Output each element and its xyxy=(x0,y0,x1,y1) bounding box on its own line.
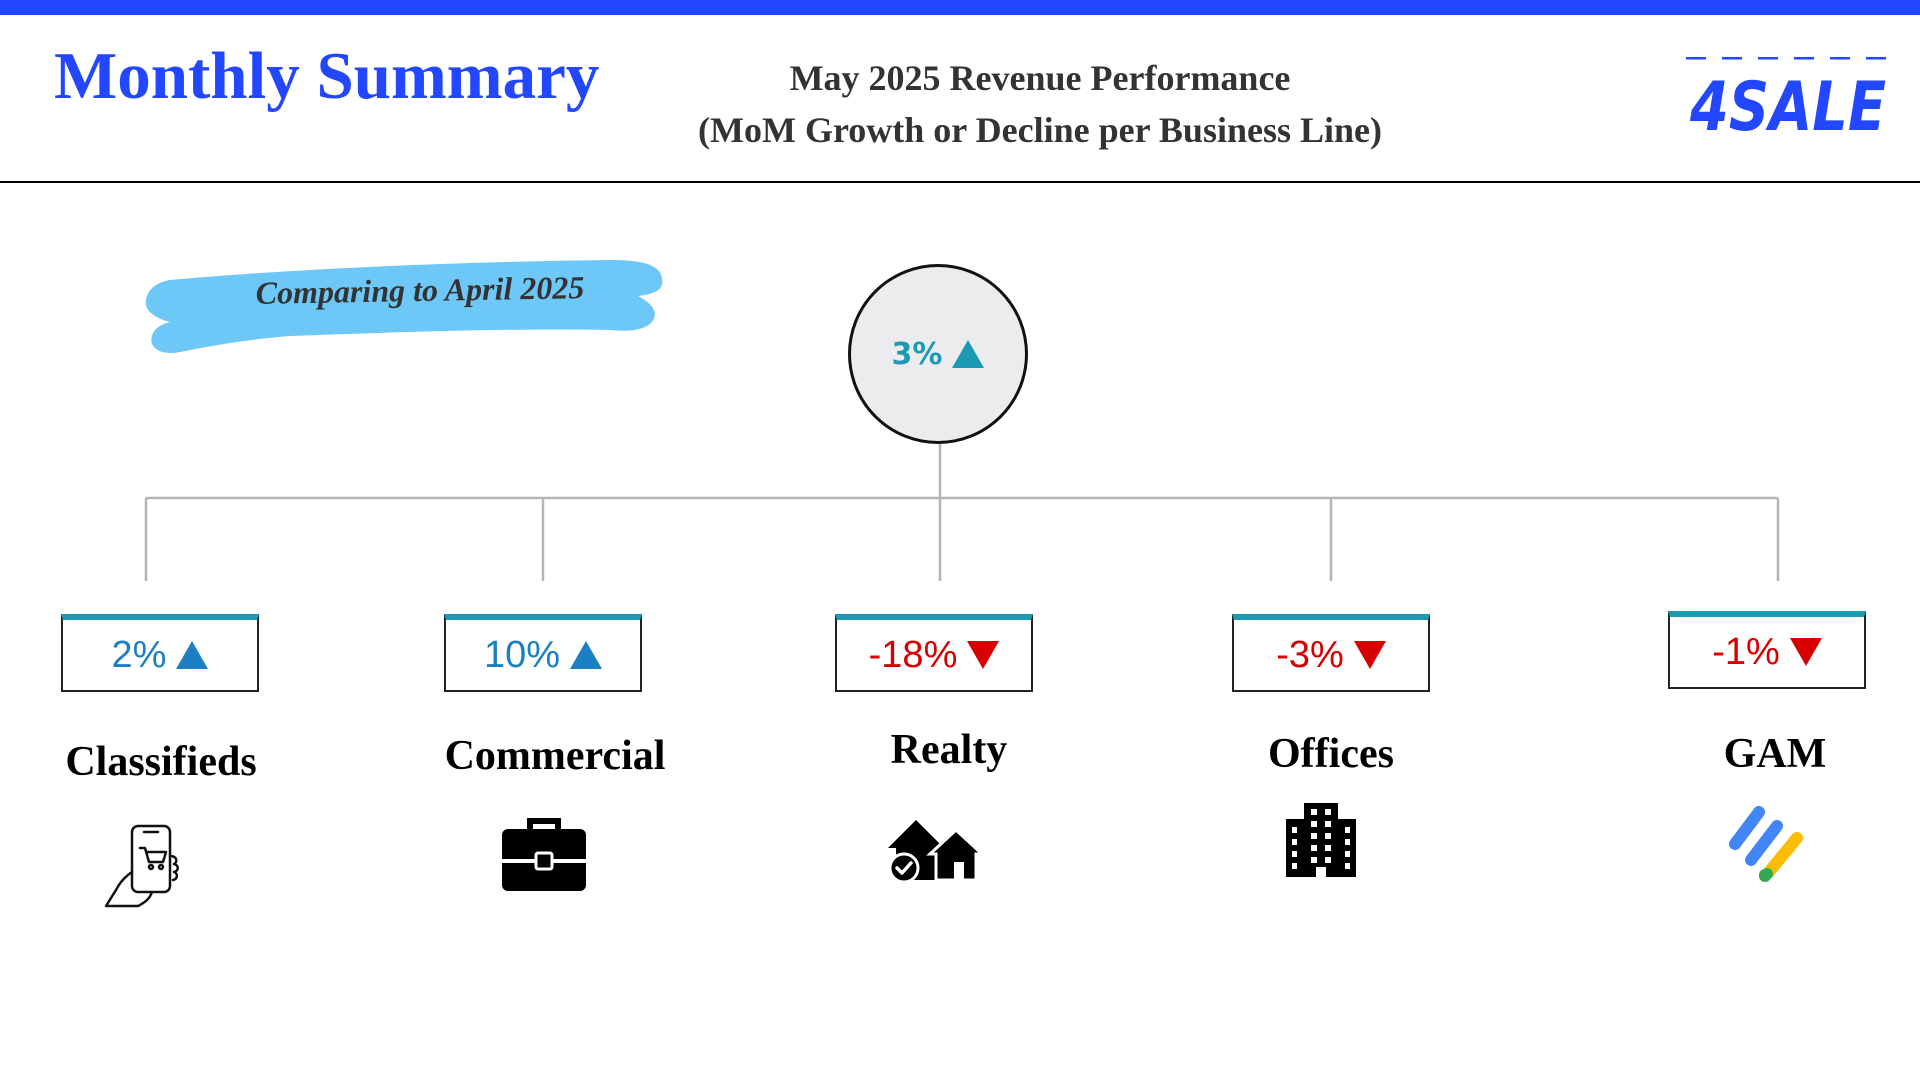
houses-check-icon xyxy=(888,820,982,884)
top-accent-bar xyxy=(0,0,1920,15)
briefcase-icon xyxy=(502,818,586,891)
office-building-icon xyxy=(1286,803,1356,877)
node-value-gam: -1% xyxy=(1712,630,1780,673)
up-arrow-icon xyxy=(570,641,603,669)
node-value-classifieds: 2% xyxy=(111,633,167,676)
node-value-offices: -3% xyxy=(1276,633,1344,676)
header-divider xyxy=(0,181,1920,183)
node-label-offices: Offices xyxy=(1268,731,1394,777)
down-arrow-icon xyxy=(1789,638,1822,666)
up-arrow-icon xyxy=(952,340,985,368)
up-arrow-icon xyxy=(176,641,209,669)
down-arrow-icon xyxy=(967,641,1000,669)
total-growth-node: 3% xyxy=(848,264,1028,444)
node-box-commercial: 10% xyxy=(444,614,642,692)
node-box-offices: -3% xyxy=(1232,614,1430,692)
down-arrow-icon xyxy=(1353,641,1386,669)
node-box-gam: -1% xyxy=(1668,611,1866,689)
node-box-realty: -18% xyxy=(835,614,1033,692)
node-label-realty: Realty xyxy=(890,727,1008,773)
node-label-commercial: Commercial xyxy=(444,733,666,779)
node-label-gam: GAM xyxy=(1723,731,1827,777)
smartphone-shopping-cart-icon xyxy=(104,824,179,908)
total-growth-value: 3% xyxy=(891,336,943,372)
node-box-classifieds: 2% xyxy=(61,614,259,692)
subtitle-line-1: May 2025 Revenue Performance xyxy=(789,58,1291,98)
logo-wordmark: 4SALE xyxy=(1689,68,1886,145)
subtitle-line-2: (MoM Growth or Decline per Business Line… xyxy=(698,110,1382,150)
page-title: Monthly Summary xyxy=(54,39,600,113)
page-subtitle: May 2025 Revenue Performance (MoM Growth… xyxy=(640,52,1440,156)
node-value-realty: -18% xyxy=(868,633,958,676)
google-ad-manager-icon xyxy=(1729,806,1803,882)
node-label-classifieds: Classifieds xyxy=(65,739,257,785)
tree-connectors xyxy=(144,444,1780,581)
4sale-logo: 4SALE xyxy=(1686,57,1886,145)
node-value-commercial: 10% xyxy=(483,633,561,676)
